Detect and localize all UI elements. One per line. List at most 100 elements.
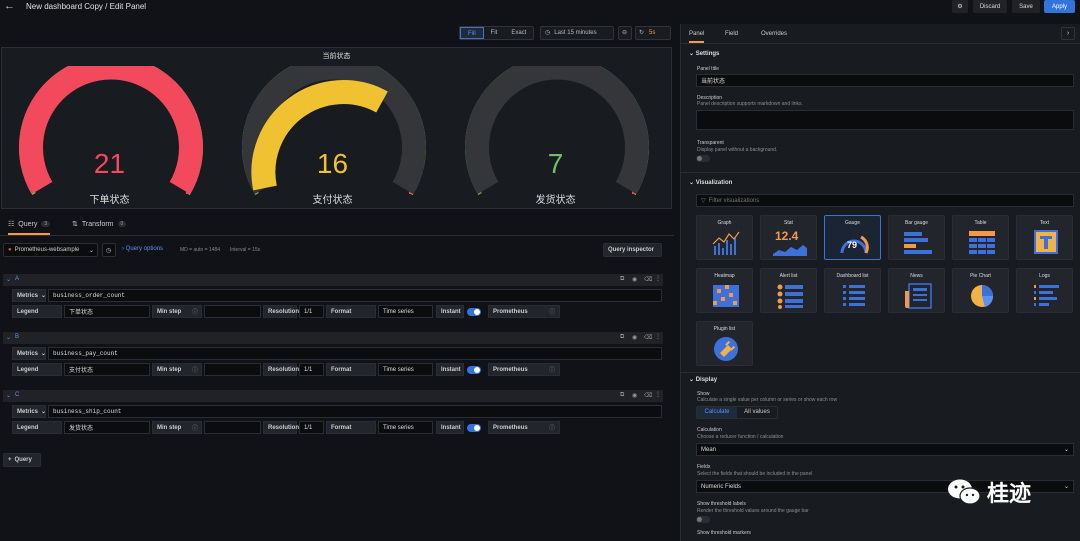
instant-toggle[interactable]	[467, 424, 481, 432]
drag-handle-icon[interactable]: ⋮	[655, 333, 661, 340]
viz-heatmap[interactable]: Heatmap	[696, 268, 753, 313]
min-step-input[interactable]	[204, 305, 261, 318]
resolution-select[interactable]: 1/1	[299, 305, 324, 318]
visualization-section[interactable]: ⌄ Visualization	[689, 179, 732, 186]
threshold-labels-toggle[interactable]	[696, 516, 710, 523]
eye-icon[interactable]: ◉	[632, 334, 637, 341]
settings-section[interactable]: ⌄ Settings	[689, 50, 719, 57]
viz-pie-chart[interactable]: Pie Chart	[952, 268, 1009, 313]
eye-icon[interactable]: ◉	[632, 392, 637, 399]
time-picker[interactable]: ◷ Last 15 minutes	[540, 26, 614, 40]
metrics-input[interactable]: business_pay_count	[48, 347, 662, 360]
eye-icon[interactable]: ◉	[632, 276, 637, 283]
tab-query-label: Query	[18, 220, 38, 228]
resolution-label: Resolution	[263, 305, 299, 318]
exact-button[interactable]: Exact	[504, 27, 533, 39]
format-select[interactable]: Time series	[378, 363, 433, 376]
panel-title-input[interactable]: 当前状态	[696, 74, 1074, 87]
apply-button[interactable]: Apply	[1044, 0, 1075, 13]
trash-icon[interactable]: ⌫	[644, 276, 652, 283]
back-arrow-icon[interactable]: ←	[4, 0, 15, 12]
copy-icon[interactable]: ⧉	[620, 334, 624, 341]
tab-panel[interactable]: Panel	[689, 31, 705, 43]
datasource-name: Prometheus-websample	[14, 247, 80, 253]
instant-toggle[interactable]	[467, 308, 481, 316]
query-tabs: ☷ Query 3 ⇅ Transform 0	[0, 216, 674, 236]
collapse-pane-icon[interactable]: ›	[1061, 27, 1075, 40]
format-label: Format	[326, 421, 376, 434]
zoom-out-icon[interactable]: ⊖	[618, 26, 632, 40]
display-section[interactable]: ⌄ Display	[689, 376, 717, 383]
add-query-button[interactable]: + Query	[3, 453, 41, 467]
instant-toggle[interactable]	[467, 366, 481, 374]
format-select[interactable]: Time series	[378, 421, 433, 434]
drag-handle-icon[interactable]: ⋮	[655, 391, 661, 398]
settings-icon[interactable]: ⚙	[952, 0, 968, 13]
query-inspector-button[interactable]: Query inspector	[603, 243, 662, 257]
tab-query[interactable]: ☷ Query 3	[8, 220, 51, 235]
format-select[interactable]: Time series	[378, 305, 433, 318]
tab-field[interactable]: Field	[725, 31, 738, 37]
gauge-label: 支付状态	[312, 195, 353, 206]
viz-gauge[interactable]: Gauge 79	[824, 215, 881, 260]
viz-dashboard-list[interactable]: Dashboard list	[824, 268, 881, 313]
resolution-select[interactable]: 1/1	[299, 363, 324, 376]
drag-handle-icon[interactable]: ⋮	[655, 275, 661, 282]
transparent-label: Transparent	[697, 140, 724, 146]
stat-icon-value: 12.4	[775, 229, 799, 243]
gauge-value: 21	[93, 148, 126, 179]
tab-transform-label: Transform	[81, 220, 114, 228]
copy-icon[interactable]: ⧉	[620, 392, 624, 399]
min-step-input[interactable]	[204, 421, 261, 434]
viz-table[interactable]: Table	[952, 215, 1009, 260]
save-button[interactable]: Save	[1012, 0, 1040, 13]
viz-stat[interactable]: Stat 12.4	[760, 215, 817, 260]
plus-icon: +	[8, 457, 12, 463]
discard-button[interactable]: Discard	[973, 0, 1007, 13]
trash-icon[interactable]: ⌫	[644, 392, 652, 399]
legend-label: Legend	[12, 421, 62, 434]
resolution-label: Resolution	[263, 421, 299, 434]
options-pane: Panel Field Overrides › ⌄ Settings Panel…	[680, 24, 1080, 541]
calculation-select[interactable]: Mean ⌄	[696, 443, 1074, 456]
viz-plugin-list[interactable]: Plugin list	[696, 321, 753, 366]
fill-button[interactable]: Fill	[460, 27, 484, 39]
tab-overrides[interactable]: Overrides	[761, 31, 787, 37]
datasource-select[interactable]: ● Prometheus-websample ⌄	[3, 243, 98, 257]
resolution-select[interactable]: 1/1	[299, 421, 324, 434]
query-options-toggle[interactable]: › Query options	[122, 246, 163, 252]
refresh-picker[interactable]: ↻ 5s	[635, 26, 671, 40]
all-values-option[interactable]: All values	[737, 407, 777, 418]
viz-text[interactable]: Text	[1016, 215, 1073, 260]
copy-icon[interactable]: ⧉	[620, 276, 624, 283]
chevron-down-icon: ⌄	[689, 377, 696, 383]
filter-visualizations-input[interactable]: ▽ Filter visualizations	[696, 194, 1074, 207]
calculate-option[interactable]: Calculate	[697, 407, 737, 418]
legend-input[interactable]: 下单状态	[64, 305, 150, 318]
fit-button[interactable]: Fit	[484, 27, 505, 39]
viz-graph[interactable]: Graph	[696, 215, 753, 260]
legend-input[interactable]: 支付状态	[64, 363, 150, 376]
instant-label: Instant	[436, 305, 464, 318]
transparent-toggle[interactable]	[696, 155, 710, 162]
datasource-row: ● Prometheus-websample ⌄ ◷ › Query optio…	[0, 243, 674, 259]
metrics-input[interactable]: business_ship_count	[48, 405, 662, 418]
viz-bar-gauge[interactable]: Bar gauge	[888, 215, 945, 260]
legend-input[interactable]: 发货状态	[64, 421, 150, 434]
query-header-b[interactable]: ⌄ B ⧉ ◉ ⌫ ⋮	[3, 332, 663, 344]
min-step-input[interactable]	[204, 363, 261, 376]
trash-icon[interactable]: ⌫	[644, 334, 652, 341]
metrics-input[interactable]: business_order_count	[48, 289, 662, 302]
tab-transform[interactable]: ⇅ Transform 0	[72, 220, 127, 228]
viz-logs[interactable]: Logs	[1016, 268, 1073, 313]
query-header-c[interactable]: ⌄ C ⧉ ◉ ⌫ ⋮	[3, 390, 663, 402]
viz-alert-list[interactable]: Alert list	[760, 268, 817, 313]
logs-icon	[1034, 285, 1059, 306]
description-hint: Panel description supports markdown and …	[697, 101, 803, 107]
history-icon[interactable]: ◷	[102, 243, 116, 257]
description-input[interactable]	[696, 110, 1074, 130]
query-letter: C	[15, 392, 20, 398]
metrics-label-text: Metrics	[17, 350, 39, 357]
query-header-a[interactable]: ⌄ A ⧉ ◉ ⌫ ⋮	[3, 274, 663, 286]
viz-news[interactable]: News	[888, 268, 945, 313]
